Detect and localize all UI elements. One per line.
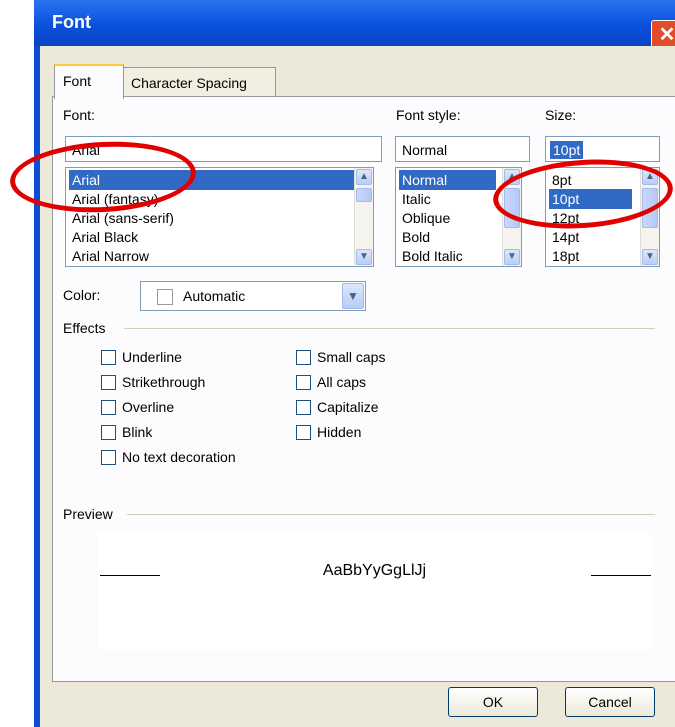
size-label: Size: (545, 107, 577, 123)
scroll-down-icon[interactable]: ▼ (356, 249, 372, 265)
window-title: Font (52, 12, 91, 32)
preview-line-right (591, 575, 651, 576)
underline-label: Underline (122, 349, 182, 365)
scroll-down-icon[interactable]: ▼ (504, 249, 520, 265)
preview-sample-text: AaBbYyGgLlJj (322, 562, 427, 579)
cancel-button[interactable]: Cancel (565, 687, 655, 717)
title-bar[interactable] (34, 0, 675, 46)
color-label: Color: (63, 287, 101, 303)
strikethrough-label: Strikethrough (122, 374, 206, 390)
hidden-label: Hidden (317, 424, 362, 440)
font-list-scrollbar[interactable]: ▲ ▼ (354, 168, 373, 266)
scroll-thumb[interactable] (356, 188, 372, 202)
tab-font-active[interactable]: Font (54, 64, 124, 99)
color-dropdown[interactable]: Automatic ▼ (140, 281, 366, 311)
tab-character-spacing-label: Character Spacing (131, 75, 247, 91)
overline-label: Overline (122, 399, 175, 415)
all-caps-label: All caps (317, 374, 367, 390)
scroll-down-icon[interactable]: ▼ (642, 249, 658, 265)
close-icon: ✕ (658, 24, 675, 46)
blink-checkbox[interactable] (101, 425, 116, 440)
list-item[interactable]: Arial Black (69, 227, 138, 247)
all-caps-checkbox[interactable] (296, 375, 311, 390)
list-item[interactable]: Normal (399, 170, 496, 190)
no-text-decoration-checkbox[interactable] (101, 450, 116, 465)
color-swatch (157, 289, 173, 305)
capitalize-checkbox[interactable] (296, 400, 311, 415)
effects-divider (124, 328, 655, 329)
size-input-value: 10pt (550, 141, 584, 159)
underline-checkbox[interactable] (101, 350, 116, 365)
list-item[interactable]: Bold Italic (399, 246, 463, 266)
size-input[interactable]: 10pt (545, 136, 660, 162)
list-item[interactable]: Italic (399, 189, 431, 209)
list-item[interactable]: Oblique (399, 208, 450, 228)
hidden-checkbox[interactable] (296, 425, 311, 440)
small-caps-label: Small caps (317, 349, 386, 365)
font-label: Font: (63, 107, 95, 123)
overline-checkbox[interactable] (101, 400, 116, 415)
font-style-input[interactable]: Normal (395, 136, 530, 162)
small-caps-checkbox[interactable] (296, 350, 311, 365)
list-item[interactable]: Bold (399, 227, 430, 247)
tab-character-spacing[interactable]: Character Spacing (122, 67, 276, 98)
preview-area: AaBbYyGgLlJj (98, 532, 651, 650)
preview-label: Preview (63, 506, 113, 522)
font-style-label: Font style: (396, 107, 461, 123)
no-text-decoration-label: No text decoration (122, 449, 236, 465)
effects-label: Effects (63, 320, 106, 336)
list-item[interactable]: 18pt (549, 246, 579, 266)
tab-font-label-active: Font (63, 73, 92, 89)
strikethrough-checkbox[interactable] (101, 375, 116, 390)
color-value: Automatic (183, 288, 246, 304)
blink-label: Blink (122, 424, 153, 440)
ok-button[interactable]: OK (448, 687, 538, 717)
list-item[interactable]: Arial Narrow (69, 246, 149, 266)
chevron-down-icon[interactable]: ▼ (342, 283, 364, 309)
scroll-up-icon[interactable]: ▲ (356, 169, 372, 185)
capitalize-label: Capitalize (317, 399, 379, 415)
list-item[interactable]: 14pt (549, 227, 579, 247)
preview-divider (127, 514, 655, 515)
